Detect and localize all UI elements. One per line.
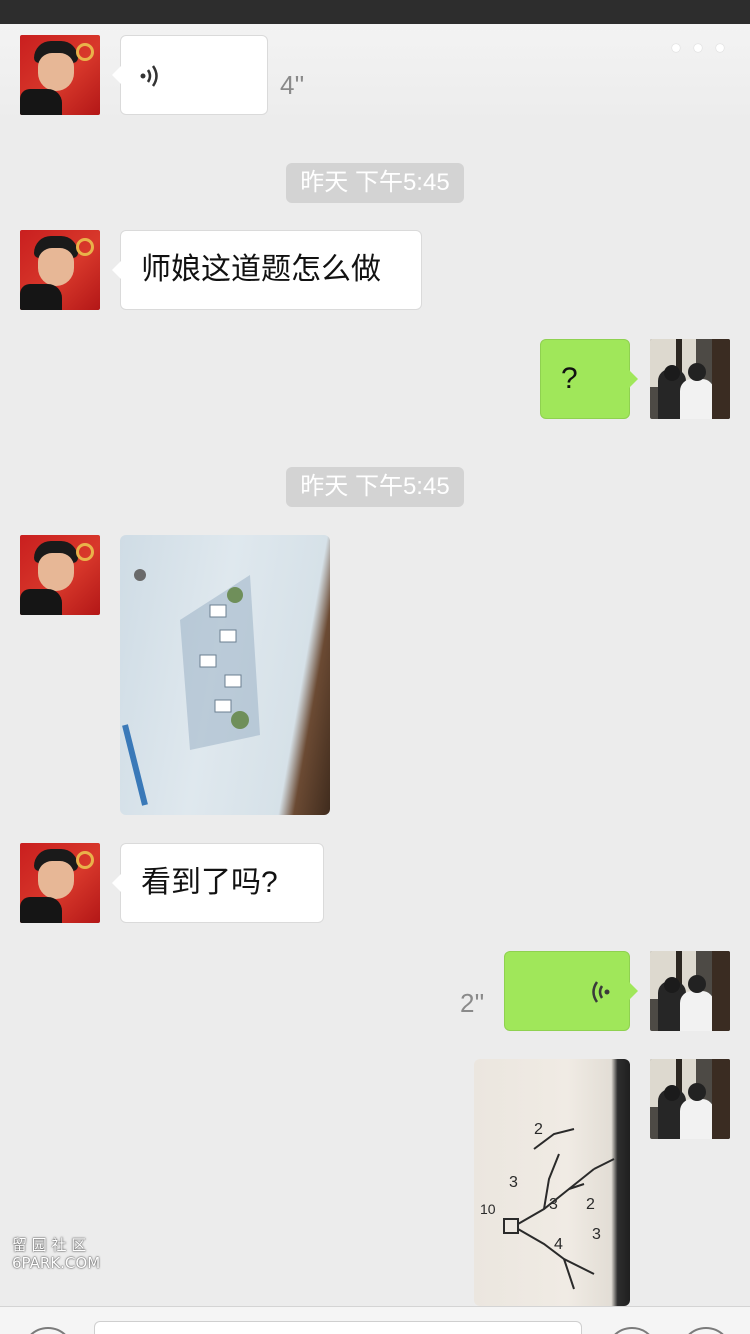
timestamp-divider: 昨天 下午5:45 [286, 163, 464, 203]
friend-avatar[interactable] [20, 535, 100, 615]
svg-text:3: 3 [549, 1196, 558, 1213]
more-dots-icon[interactable] [672, 38, 724, 58]
svg-text:3: 3 [509, 1174, 518, 1191]
voice-toggle-button[interactable] [22, 1327, 74, 1334]
svg-text:2: 2 [586, 1196, 595, 1213]
status-bar [0, 0, 750, 24]
text-message-incoming[interactable]: 看到了吗? [112, 843, 324, 923]
chat-input-bar [0, 1306, 750, 1334]
message-text: ? [561, 362, 578, 395]
message-text: 看到了吗? [141, 866, 278, 899]
message-input[interactable] [94, 1321, 582, 1334]
friend-avatar[interactable] [20, 230, 100, 310]
my-avatar[interactable] [650, 1059, 730, 1139]
my-avatar[interactable] [650, 951, 730, 1031]
emoji-button[interactable] [606, 1327, 658, 1334]
voice-message-incoming[interactable] [112, 35, 268, 115]
svg-text:10: 10 [480, 1201, 496, 1217]
photo-icon [122, 569, 260, 806]
image-message-incoming[interactable] [120, 535, 330, 815]
voice-duration: 2'' [460, 988, 485, 1018]
watermark: 留 园 社 区 6PARK.COM [12, 1236, 100, 1272]
my-avatar[interactable] [650, 339, 730, 419]
svg-text:3: 3 [592, 1226, 601, 1243]
svg-text:2: 2 [534, 1121, 543, 1138]
voice-wave-icon [140, 65, 158, 87]
plus-button[interactable] [680, 1327, 732, 1334]
voice-message-outgoing[interactable] [504, 951, 638, 1031]
photo-icon: 10 2 3 3 2 4 3 [480, 1121, 615, 1290]
image-message-outgoing[interactable]: 10 2 3 3 2 4 3 [474, 1059, 630, 1306]
text-message-incoming[interactable]: 师娘这道题怎么做 [112, 230, 422, 310]
voice-duration: 4'' [280, 70, 305, 100]
watermark-line1: 留 园 社 区 [12, 1236, 87, 1254]
friend-avatar[interactable] [20, 843, 100, 923]
text-message-outgoing[interactable]: ? [540, 339, 638, 419]
svg-text:4: 4 [554, 1236, 563, 1253]
timestamp-divider: 昨天 下午5:45 [286, 467, 464, 507]
watermark-line2: 6PARK.COM [12, 1254, 101, 1272]
friend-avatar[interactable] [20, 35, 100, 115]
voice-wave-icon [592, 981, 610, 1003]
message-text: 师娘这道题怎么做 [141, 253, 381, 286]
